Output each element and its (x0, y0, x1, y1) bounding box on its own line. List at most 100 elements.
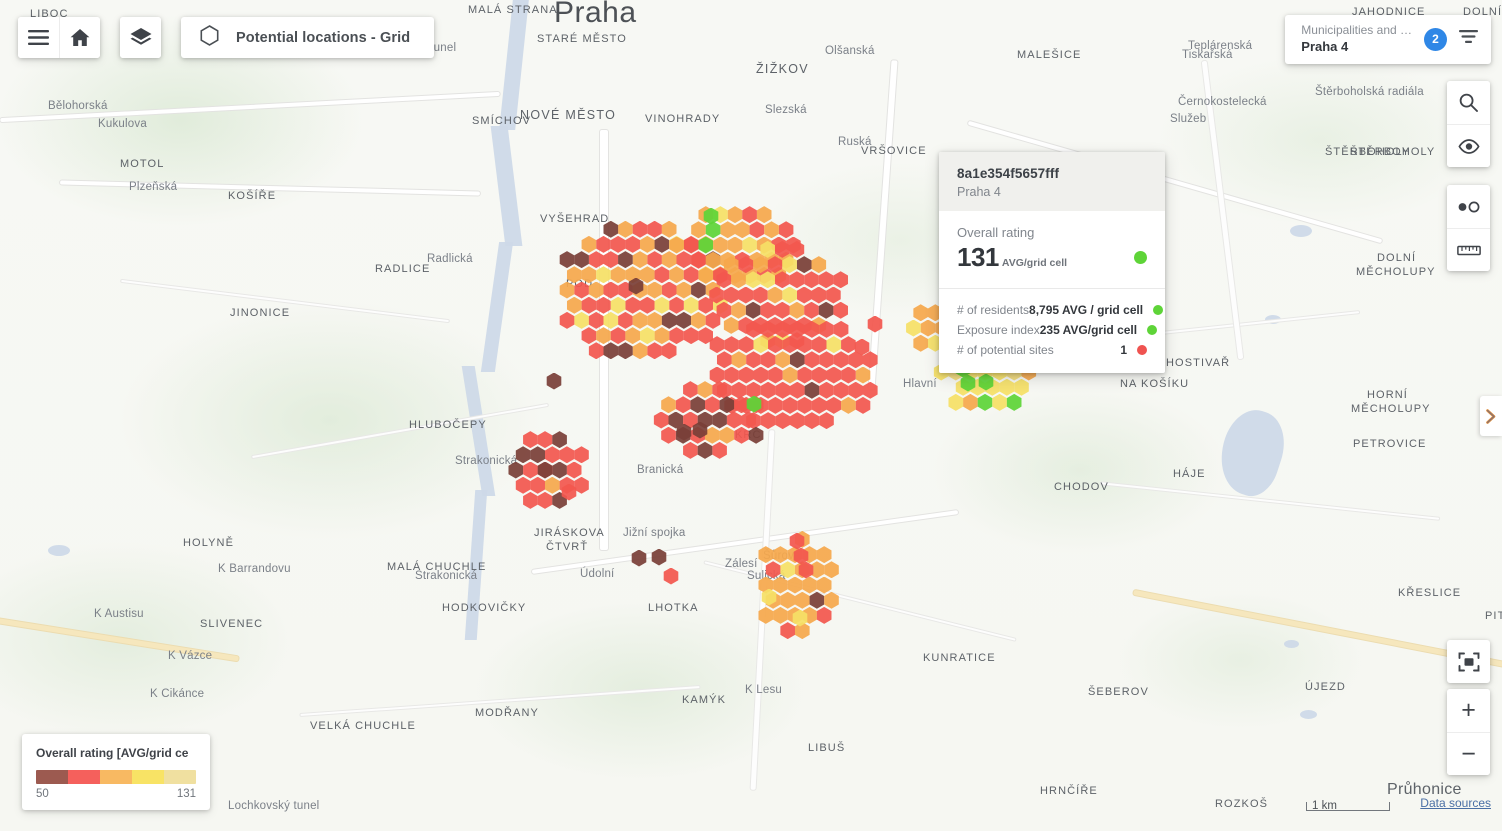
hex-cell-highlight[interactable] (537, 462, 554, 479)
hex-cell[interactable] (818, 302, 835, 319)
hamburger-menu-icon[interactable] (18, 17, 59, 58)
map-canvas[interactable]: LIBOCMALÁ STRANAPrahaSTARÉ MĚSTOŽIŽKOVMA… (0, 0, 1502, 831)
search-icon[interactable] (1447, 81, 1490, 124)
hex-cell[interactable] (718, 427, 735, 444)
hex-cell[interactable] (772, 607, 789, 624)
hex-cell[interactable] (833, 382, 850, 399)
compare-icon[interactable] (1447, 185, 1490, 228)
hex-cell[interactable] (697, 237, 714, 254)
hex-cell[interactable] (727, 237, 744, 254)
hex-cell[interactable] (727, 206, 744, 223)
hex-cell[interactable] (683, 266, 700, 283)
hex-cell[interactable] (595, 327, 612, 344)
hex-cell[interactable] (737, 287, 754, 304)
hex-cell[interactable] (788, 302, 805, 319)
chevron-right-icon[interactable] (1480, 396, 1502, 436)
hex-cell[interactable] (617, 251, 634, 268)
hex-cell[interactable] (855, 397, 872, 414)
hex-cell[interactable] (825, 367, 842, 384)
hex-cell[interactable] (515, 446, 532, 463)
hex-cell[interactable] (920, 320, 937, 337)
hex-cell[interactable] (668, 237, 685, 254)
hex-cell[interactable] (912, 335, 929, 352)
hex-cell[interactable] (757, 546, 774, 563)
hex-cell[interactable] (723, 317, 740, 334)
hex-cell[interactable] (668, 297, 685, 314)
home-icon[interactable] (59, 17, 100, 58)
hex-cell[interactable] (610, 327, 627, 344)
hex-cell[interactable] (962, 394, 979, 411)
hex-cell[interactable] (1006, 394, 1023, 411)
hex-cell[interactable] (624, 236, 641, 253)
hex-cell[interactable] (767, 287, 784, 304)
hex-cell[interactable] (991, 394, 1008, 411)
hex-cell[interactable] (823, 561, 840, 578)
hex-cell[interactable] (661, 221, 678, 238)
hex-cell[interactable] (573, 312, 590, 329)
hex-cell[interactable] (816, 546, 833, 563)
hex-cell[interactable] (559, 312, 576, 329)
hex-cell[interactable] (632, 342, 649, 359)
hex-cell[interactable] (810, 256, 827, 273)
hex-cell[interactable] (668, 266, 685, 283)
hex-cell[interactable] (818, 271, 835, 288)
hex-cell[interactable] (803, 302, 820, 319)
hex-cell[interactable] (712, 237, 729, 254)
hex-cell[interactable] (675, 282, 692, 299)
hex-cell[interactable] (738, 336, 755, 353)
hex-cell[interactable] (690, 252, 707, 269)
hex-cell[interactable] (912, 304, 929, 321)
hex-cell[interactable] (787, 577, 804, 594)
hex-cell[interactable] (632, 251, 649, 268)
hex-cell[interactable] (716, 351, 733, 368)
hex-cell[interactable] (595, 236, 612, 253)
hex-cell[interactable] (683, 327, 700, 344)
hex-cell[interactable] (551, 462, 568, 479)
hex-cell[interactable] (818, 351, 835, 368)
hex-cell[interactable] (741, 237, 758, 254)
hex-cell[interactable] (832, 271, 849, 288)
hex-cell[interactable] (862, 382, 879, 399)
hex-cell[interactable] (796, 397, 813, 414)
hex-cell[interactable] (558, 446, 575, 463)
hex-cell[interactable] (730, 302, 747, 319)
hex-cell[interactable] (752, 287, 769, 304)
hex-cell[interactable] (559, 251, 576, 268)
hex-cell[interactable] (833, 351, 850, 368)
hex-cell[interactable] (661, 251, 678, 268)
hex-cell[interactable] (779, 561, 796, 578)
hex-cell[interactable] (624, 327, 641, 344)
hex-cell[interactable] (796, 367, 813, 384)
hex-cell[interactable] (794, 592, 811, 609)
hex-cell[interactable] (803, 271, 820, 288)
hex-cell[interactable] (617, 342, 634, 359)
hex-cell[interactable] (811, 336, 828, 353)
hex-cell[interactable] (573, 446, 590, 463)
hex-cell[interactable] (998, 379, 1015, 396)
hex-cell[interactable] (947, 394, 964, 411)
hex-cell[interactable] (905, 320, 922, 337)
hex-cell[interactable] (816, 607, 833, 624)
hex-cell[interactable] (566, 462, 583, 479)
hex-cell[interactable] (566, 297, 583, 314)
hex-cell[interactable] (683, 237, 700, 254)
hex-cell[interactable] (779, 622, 796, 639)
hex-cell[interactable] (711, 412, 728, 429)
hex-cell-highlight[interactable] (867, 316, 884, 333)
hex-cell[interactable] (705, 252, 722, 269)
hex-cell[interactable] (529, 477, 546, 494)
hex-cell[interactable] (778, 221, 795, 238)
hex-cell[interactable] (697, 267, 714, 284)
hex-cell[interactable] (723, 367, 740, 384)
hex-cell[interactable] (689, 396, 706, 413)
hex-cell[interactable] (833, 321, 850, 338)
hex-cell[interactable] (767, 397, 784, 414)
layers-icon[interactable] (120, 17, 161, 58)
hex-cell[interactable] (726, 412, 743, 429)
hex-cell[interactable] (705, 221, 722, 238)
hex-cell[interactable] (610, 266, 627, 283)
hex-cell[interactable] (774, 412, 791, 429)
hex-cell[interactable] (774, 351, 791, 368)
hex-cell[interactable] (697, 442, 714, 459)
filter-icon[interactable] (1459, 29, 1478, 49)
